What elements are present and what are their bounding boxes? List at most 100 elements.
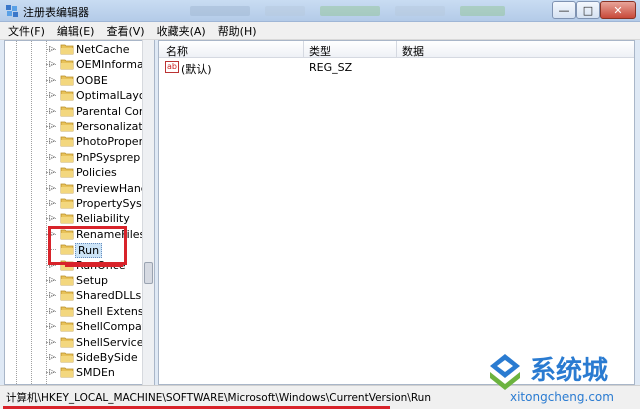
tree-item[interactable]: ▷ OEMInformation [5,57,146,72]
tree-item-label: PreviewHandlers [76,181,146,195]
expand-arrow-icon[interactable]: ▷ [49,136,55,145]
menu-view[interactable]: 查看(V) [106,23,144,39]
tree-item-label: NetCache [76,43,130,56]
tree-item-label: Setup [76,274,109,287]
tree-item[interactable]: ▷ Personalization [5,119,146,134]
tree-item[interactable]: ▷ PhotoPropertyHandler [5,134,146,149]
folder-icon [60,306,74,317]
background-window-blur [395,6,445,16]
tree-item-label: PnPSysprep [76,150,141,164]
expand-arrow-icon[interactable]: ▷ [49,198,55,207]
expand-arrow-icon[interactable]: ▷ [49,290,55,299]
tree-item-label: OptimalLayout [76,89,146,103]
close-button[interactable]: ✕ [600,1,636,19]
registry-path: 计算机\HKEY_LOCAL_MACHINE\SOFTWARE\Microsof… [6,392,431,404]
watermark: 系统城 xitongcheng.com [484,348,638,406]
window-title: 注册表编辑器 [23,6,89,19]
tree-item-label: Personalization [76,120,146,133]
folder-icon [60,198,74,209]
tree-item[interactable]: ▷ SharedDLLs [5,288,145,303]
expand-arrow-icon[interactable]: ▷ [49,106,55,115]
tree-item[interactable]: ▷ ShellCompatibility [5,319,146,334]
column-type-header[interactable]: 类型 [309,43,331,59]
column-separator[interactable] [396,41,397,58]
expand-arrow-icon[interactable]: ▷ [49,367,55,376]
tree-item[interactable]: ▷ PnPSysprep [5,150,145,165]
string-value-icon: ab [165,61,179,73]
tree-scrollbar[interactable] [142,40,154,385]
folder-icon [60,167,74,178]
expand-arrow-icon[interactable]: ▷ [49,321,55,330]
folder-icon [60,367,74,378]
value-name: (默认) [181,63,212,76]
tree-item[interactable]: ▷ PreviewHandlers [5,181,146,196]
tree-item-label: OOBE [76,73,108,87]
folder-icon [60,183,74,193]
tree-item-label: Reliability [76,212,130,226]
tree-item[interactable]: ▷ Setup [5,273,145,288]
expand-arrow-icon[interactable]: ▷ [49,75,55,84]
folder-icon [60,75,74,86]
expand-arrow-icon[interactable]: ▷ [49,167,55,176]
folder-icon [60,321,74,332]
menu-edit[interactable]: 编辑(E) [57,23,95,39]
folder-icon [60,275,74,286]
background-window-blur [320,6,380,16]
folder-icon [60,90,74,101]
expand-arrow-icon[interactable]: ▷ [49,352,55,361]
expand-arrow-icon[interactable]: ▷ [49,275,55,284]
expand-arrow-icon[interactable]: ▷ [49,306,55,315]
folder-icon [60,290,74,301]
expand-arrow-icon[interactable]: ▷ [49,44,55,53]
tree-item-label: SMDEn [76,366,115,380]
tree-item[interactable]: ▷ Reliability [5,211,145,226]
menu-help[interactable]: 帮助(H) [218,23,257,39]
values-list[interactable]: 名称 类型 数据 ab (默认) REG_SZ [158,40,635,385]
tree-item-label: SharedDLLs [76,289,142,303]
tree-item[interactable]: ▷ OptimalLayout [5,88,146,103]
folder-icon [60,136,74,147]
tree-item[interactable]: ▷ OOBE [5,73,145,88]
column-separator[interactable] [303,41,304,58]
registry-tree[interactable]: ▷ NetCache ▷ OEMInformation ▷ OOBE ▷ OptimalLay… [4,40,155,385]
watermark-url: xitongcheng.com [510,390,614,404]
tree-item[interactable]: ▷ ShellServiceObjects [5,335,146,350]
expand-arrow-icon[interactable]: ▷ [49,121,55,130]
expand-arrow-icon[interactable]: ▷ [49,337,55,346]
list-item[interactable]: ab (默认) REG_SZ [159,60,634,76]
background-window-blur [265,6,305,16]
expand-arrow-icon[interactable]: ▷ [49,183,55,192]
tree-item[interactable]: ▷ NetCache [5,42,145,57]
folder-icon [60,337,74,347]
tree-item-label: Shell Extensions [76,304,146,318]
tree-scrollbar-thumb[interactable] [144,262,153,284]
column-name-header[interactable]: 名称 [166,43,188,59]
tree-item[interactable]: ▷ Policies [5,165,145,180]
annotation-underline [65,264,123,267]
minimize-button[interactable]: — [552,1,576,19]
folder-icon [60,106,74,116]
column-data-header[interactable]: 数据 [402,43,424,59]
registry-editor-icon [6,5,18,17]
expand-arrow-icon[interactable]: ▷ [49,213,55,222]
background-window-blur [460,6,505,16]
maximize-button[interactable]: □ [576,1,600,19]
folder-icon [60,152,74,163]
tree-item[interactable]: ▷ Parental Controls [5,104,146,119]
expand-arrow-icon[interactable]: ▷ [49,59,55,68]
value-type: REG_SZ [309,61,353,74]
expand-arrow-icon[interactable]: ▷ [49,152,55,161]
tree-item[interactable]: ▷ Shell Extensions [5,304,146,319]
tree-item-label: PhotoPropertyHandler [76,135,146,149]
tree-item[interactable]: ▷ SideBySide [5,350,145,365]
tree-item[interactable]: ▷ PropertySystem [5,196,146,211]
title-bar: 注册表编辑器 — □ ✕ [0,0,640,22]
tree-item-label: ShellServiceObjects [76,335,146,349]
column-headers: 名称 类型 数据 [159,41,634,58]
menu-favorites[interactable]: 收藏夹(A) [157,23,206,39]
xitongcheng-logo-icon [490,354,520,390]
menu-file[interactable]: 文件(F) [8,23,45,39]
expand-arrow-icon[interactable]: ▷ [49,90,55,99]
tree-item[interactable]: ▷ SMDEn [5,365,145,380]
menu-bar: 文件(F) 编辑(E) 查看(V) 收藏夹(A) 帮助(H) [0,22,640,40]
